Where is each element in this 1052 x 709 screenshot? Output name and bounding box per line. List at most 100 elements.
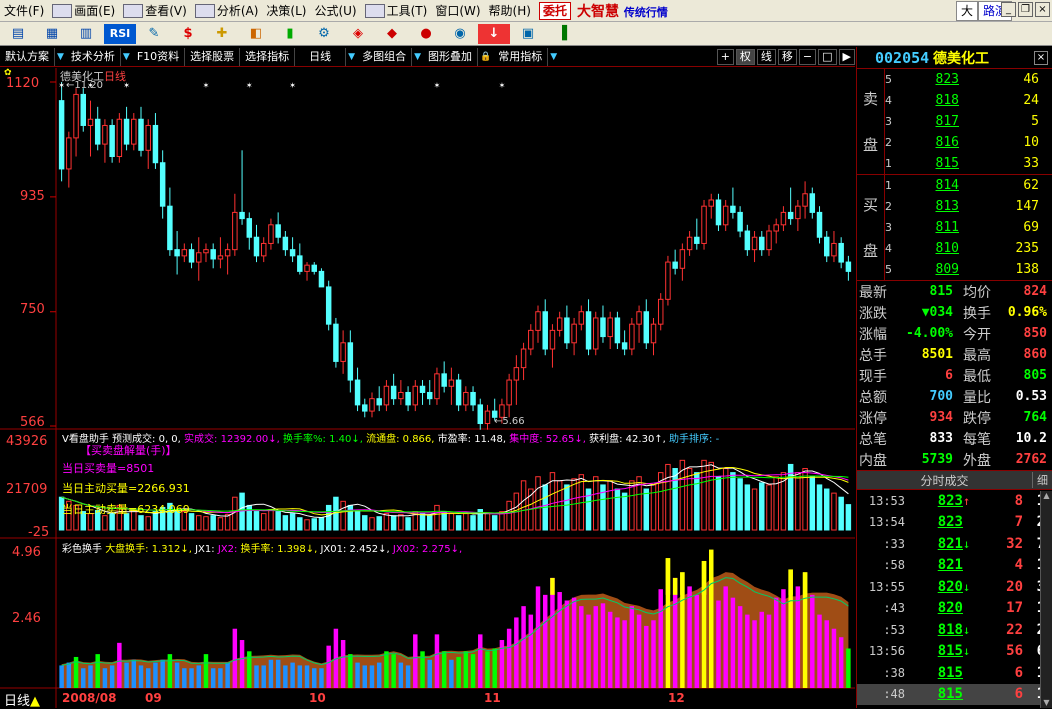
ruler-icon[interactable]: ✎ <box>138 24 170 44</box>
buy-order-price[interactable]: 810 <box>899 241 959 256</box>
overlay-button[interactable]: 图形叠加 <box>423 47 479 66</box>
tick-row[interactable]: 13:56815↓566 <box>857 641 1052 663</box>
default-scheme-button[interactable]: 默认方案 <box>0 47 55 66</box>
sell-order-row[interactable]: 2 816 10 <box>885 132 1052 153</box>
flag-icon[interactable]: ◆ <box>376 24 408 44</box>
tick-row[interactable]: 13:5482372 <box>857 512 1052 534</box>
buy-order-price[interactable]: 814 <box>899 178 959 193</box>
entrust-button[interactable]: 委托 <box>538 1 571 20</box>
window-icon[interactable]: ▣ <box>512 24 544 44</box>
buy-order-row[interactable]: 4 810 235 <box>885 238 1052 259</box>
sell-order-price[interactable]: 815 <box>899 156 959 171</box>
rights-button[interactable]: 权 <box>735 48 755 65</box>
info-icon[interactable]: ◈ <box>342 24 374 44</box>
next-icon[interactable]: ▶ <box>838 48 855 65</box>
globe-icon[interactable]: ◉ <box>444 24 476 44</box>
buy-order-price[interactable]: 813 <box>899 199 959 214</box>
quote-icon[interactable]: ▤ <box>2 24 34 44</box>
period-daily-button[interactable]: 日线 <box>295 47 347 66</box>
buy-order-row[interactable]: 1 814 62 <box>885 175 1052 196</box>
f10-button[interactable]: F10资料 <box>132 47 186 66</box>
line-button[interactable]: 线 <box>756 48 776 65</box>
scroll-up-icon[interactable]: ▲ <box>1041 491 1052 501</box>
candle-body <box>535 311 541 331</box>
tick-row[interactable]: :33821↓327 <box>857 533 1052 555</box>
common-indicator-button[interactable]: 常用指标 <box>493 47 549 66</box>
menu-analysis[interactable]: 分析(A) <box>191 1 263 21</box>
close-panel-icon[interactable]: × <box>1034 50 1048 65</box>
buy-order-price[interactable]: 811 <box>899 220 959 235</box>
volume-bar <box>759 482 765 531</box>
sell-order-price[interactable]: 818 <box>899 93 959 108</box>
tick-row[interactable]: 13:53823↑81 <box>857 490 1052 512</box>
tick-row[interactable]: :43820171 <box>857 598 1052 620</box>
tick-row[interactable]: :4881561 <box>857 683 1052 705</box>
move-button[interactable]: 移 <box>777 48 797 65</box>
buy-order-price[interactable]: 809 <box>899 262 959 277</box>
tech-analysis-button[interactable]: 技术分析 <box>66 47 121 66</box>
crosshair-icon[interactable]: ✚ <box>206 24 238 44</box>
menu-decision[interactable]: 决策(L) <box>262 1 310 21</box>
restore-icon[interactable]: ❐ <box>1018 2 1033 17</box>
sell-order-level: 5 <box>885 73 892 86</box>
maximize-icon[interactable]: □ <box>818 48 837 65</box>
dropdown-arrow-icon[interactable]: ▼ <box>55 52 66 62</box>
sell-order-row[interactable]: 4 818 24 <box>885 90 1052 111</box>
sell-order-price[interactable]: 817 <box>899 114 959 129</box>
menu-help[interactable]: 帮助(H) <box>485 1 535 21</box>
close-icon[interactable]: × <box>1035 2 1050 17</box>
tick-row[interactable]: :5882141 <box>857 555 1052 577</box>
menu-file[interactable]: 文件(F) <box>0 1 48 21</box>
select-indicator-button[interactable]: 选择指标 <box>240 47 296 66</box>
chart-icon[interactable]: ▦ <box>36 24 68 44</box>
buy-order-row[interactable]: 5 809 138 <box>885 259 1052 280</box>
cash-icon[interactable]: ● <box>410 24 442 44</box>
dollar-button[interactable]: $ <box>172 24 204 44</box>
sell-order-price[interactable]: 816 <box>899 135 959 150</box>
candle-body <box>174 249 180 257</box>
sell-order-row[interactable]: 3 817 5 <box>885 111 1052 132</box>
dropdown-arrow-icon[interactable]: ▼ <box>548 52 559 62</box>
scroll-down-icon[interactable]: ▼ <box>1041 698 1052 708</box>
sell-order-row[interactable]: 5 823 46 <box>885 69 1052 90</box>
turnover-bar <box>283 665 288 688</box>
turnover-bar <box>312 668 317 688</box>
min-price-label: ←5.66 <box>494 416 525 427</box>
menu-window[interactable]: 窗口(W) <box>431 1 484 21</box>
candle-icon[interactable]: ▥ <box>70 24 102 44</box>
roadshow-tab-a[interactable]: 大 <box>955 0 978 21</box>
quote-value: 0.96% <box>1007 305 1047 320</box>
buy-order-row[interactable]: 2 813 147 <box>885 196 1052 217</box>
boxes-icon[interactable]: ◧ <box>240 24 272 44</box>
zoom-in-icon[interactable]: + <box>716 48 734 65</box>
multi-chart-button[interactable]: 多图组合 <box>357 47 413 66</box>
lock-icon[interactable]: 🔒 <box>478 52 493 62</box>
tick-detail-button[interactable]: 细 <box>1032 472 1052 488</box>
minimize-icon[interactable]: _ <box>1001 2 1016 17</box>
kline-chart[interactable]: ✶ ✶ ✶ ✶ ✶ ✶ ✶ ✶ <box>0 68 855 708</box>
volume-bar <box>405 517 411 531</box>
sort-icon[interactable]: ▮ <box>274 24 306 44</box>
menu-formula[interactable]: 公式(U) <box>310 1 360 21</box>
bars-icon[interactable]: ▐ <box>546 24 578 44</box>
sell-order-price[interactable]: 823 <box>899 72 959 87</box>
tick-row[interactable]: :53818↓222 <box>857 619 1052 641</box>
rsi-button[interactable]: RSI <box>104 23 136 44</box>
sell-order-row[interactable]: 1 815 33 <box>885 153 1052 174</box>
tick-row[interactable]: 13:55820↓203 <box>857 576 1052 598</box>
tick-row[interactable]: :3881561 <box>857 662 1052 684</box>
buy-order-row[interactable]: 3 811 69 <box>885 217 1052 238</box>
select-stock-button[interactable]: 选择股票 <box>185 47 241 66</box>
menu-tools[interactable]: 工具(T) <box>361 1 432 21</box>
dropdown-arrow-icon[interactable]: ▼ <box>346 52 357 62</box>
dropdown-arrow-icon[interactable]: ▼ <box>121 52 132 62</box>
menu-screen[interactable]: 画面(E) <box>48 1 119 21</box>
period-indicator[interactable]: 日线▲ <box>4 690 41 709</box>
tick-scrollbar[interactable]: ▲ ▼ <box>1040 491 1052 708</box>
quote-value: 700 <box>929 389 953 404</box>
dropdown-arrow-icon[interactable]: ▼ <box>412 52 423 62</box>
download-icon[interactable]: ↓ <box>478 23 510 44</box>
settings-icon[interactable]: ⚙ <box>308 24 340 44</box>
minus-icon[interactable]: − <box>798 48 817 65</box>
menu-view[interactable]: 查看(V) <box>119 1 191 21</box>
